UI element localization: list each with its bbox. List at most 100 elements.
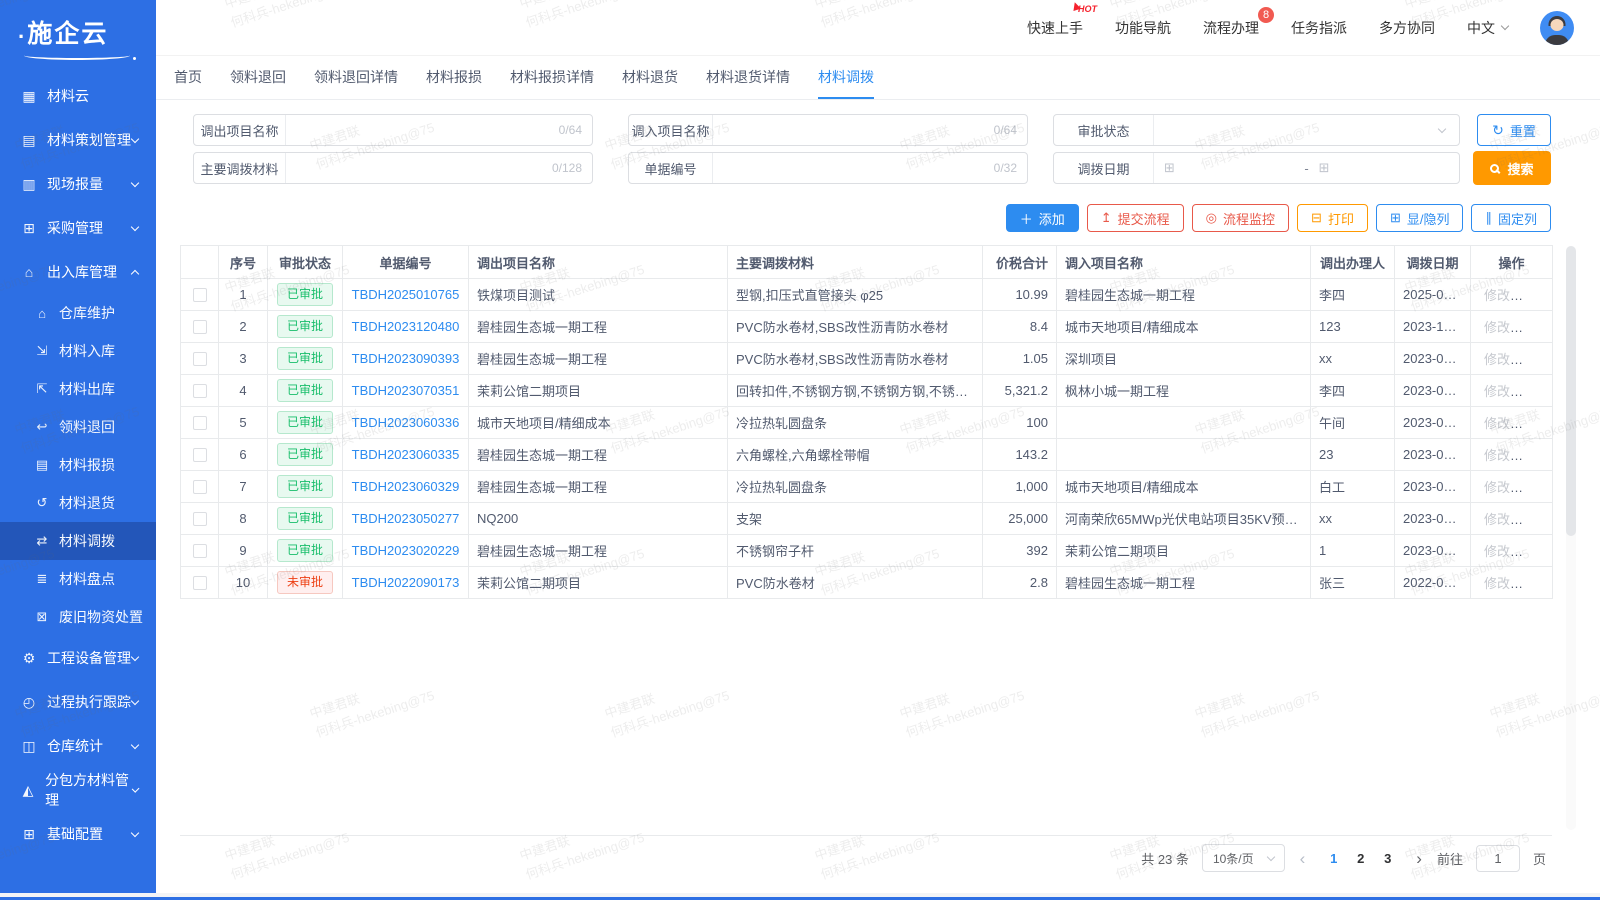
nav-quick-start[interactable]: 快速上手HOT — [1027, 18, 1083, 38]
sidebar-item-material-damage[interactable]: ▤材料报损 — [0, 446, 156, 484]
row-checkbox[interactable] — [193, 544, 207, 558]
sidebar-item-pick-return[interactable]: ↩领料退回 — [0, 408, 156, 446]
order-no-link[interactable]: TBDH2023060335 — [352, 447, 460, 462]
delete-link[interactable]: 删除 — [1520, 320, 1546, 335]
main-materials-input[interactable] — [286, 161, 552, 176]
tab-material-damage[interactable]: 材料报损 — [426, 56, 482, 99]
delete-link[interactable]: 删除 — [1520, 288, 1546, 303]
sidebar-item-procurement[interactable]: ⊞采购管理 — [0, 206, 156, 250]
tab-pick-return[interactable]: 领料退回 — [230, 56, 286, 99]
tab-home[interactable]: 首页 — [174, 56, 202, 99]
sidebar-item-label: 材料调拨 — [59, 531, 115, 551]
nav-task-assign[interactable]: 任务指派 — [1291, 18, 1347, 38]
delete-link[interactable]: 删除 — [1520, 544, 1546, 559]
order-no-link[interactable]: TBDH2025010765 — [352, 287, 460, 302]
edit-link[interactable]: 修改 — [1484, 384, 1510, 399]
submit-flow-button[interactable]: ↥提交流程 — [1087, 204, 1184, 232]
sidebar-item-warehouse-io[interactable]: ⌂出入库管理 — [0, 250, 156, 294]
order-no-link[interactable]: TBDH2023090393 — [352, 351, 460, 366]
tab-material-return-detail[interactable]: 材料退货详情 — [706, 56, 790, 99]
sidebar-item-base-config[interactable]: ⊞基础配置 — [0, 812, 156, 856]
approval-status-select[interactable] — [1154, 115, 1459, 145]
next-page-button[interactable]: › — [1414, 850, 1424, 867]
delete-link[interactable]: 删除 — [1520, 448, 1546, 463]
page-2[interactable]: 2 — [1347, 851, 1374, 866]
show-hide-columns-button[interactable]: ⊞显/隐列 — [1376, 204, 1464, 232]
page-size-select[interactable]: 10条/页 — [1202, 844, 1285, 872]
sidebar-item-scrap-disposal[interactable]: ⊠废旧物资处置 — [0, 598, 156, 636]
tab-material-damage-detail[interactable]: 材料报损详情 — [510, 56, 594, 99]
row-checkbox[interactable] — [193, 416, 207, 430]
sidebar-item-warehouse-stats[interactable]: ◫仓库统计 — [0, 724, 156, 768]
row-checkbox[interactable] — [193, 320, 207, 334]
page-1[interactable]: 1 — [1320, 851, 1347, 866]
out-project-name-input[interactable] — [286, 123, 559, 138]
goto-page-input[interactable] — [1476, 845, 1520, 872]
edit-link[interactable]: 修改 — [1484, 544, 1510, 559]
sidebar-item-subcontractor-material[interactable]: ◭分包方材料管理 — [0, 768, 156, 812]
row-checkbox[interactable] — [193, 512, 207, 526]
edit-link[interactable]: 修改 — [1484, 320, 1510, 335]
delete-link[interactable]: 删除 — [1520, 352, 1546, 367]
sidebar-item-equipment-mgmt[interactable]: ⚙工程设备管理 — [0, 636, 156, 680]
flow-monitor-button[interactable]: ◎流程监控 — [1192, 204, 1289, 232]
edit-link[interactable]: 修改 — [1484, 352, 1510, 367]
order-no-input[interactable] — [713, 161, 994, 176]
app-logo[interactable]: · 施企云 — [0, 0, 156, 66]
sidebar-item-material-in[interactable]: ⇲材料入库 — [0, 332, 156, 370]
row-checkbox[interactable] — [193, 384, 207, 398]
nav-feature-nav[interactable]: 功能导航 — [1115, 18, 1171, 38]
delete-link[interactable]: 删除 — [1520, 480, 1546, 495]
reset-button[interactable]: ↻ 重置 — [1477, 114, 1551, 146]
order-no-link[interactable]: TBDH2023050277 — [352, 511, 460, 526]
nav-multi-collab[interactable]: 多方协同 — [1379, 18, 1435, 38]
row-checkbox[interactable] — [193, 288, 207, 302]
order-no-link[interactable]: TBDH2022090173 — [352, 575, 460, 590]
sidebar-item-process-tracking[interactable]: ◴过程执行跟踪 — [0, 680, 156, 724]
print-button[interactable]: ⊟打印 — [1297, 204, 1368, 232]
row-checkbox[interactable] — [193, 480, 207, 494]
fix-columns-button[interactable]: ∥固定列 — [1471, 204, 1551, 232]
sidebar-item-material-out[interactable]: ⇱材料出库 — [0, 370, 156, 408]
edit-link[interactable]: 修改 — [1484, 512, 1510, 527]
tab-pick-return-detail[interactable]: 领料退回详情 — [314, 56, 398, 99]
edit-link[interactable]: 修改 — [1484, 576, 1510, 591]
sidebar-item-warehouse-maintain[interactable]: ⌂仓库维护 — [0, 294, 156, 332]
row-checkbox[interactable] — [193, 448, 207, 462]
delete-link[interactable]: 删除 — [1520, 512, 1546, 527]
row-checkbox[interactable] — [193, 352, 207, 366]
scrollbar-thumb[interactable] — [1566, 246, 1576, 536]
sidebar-item-material-stocktake[interactable]: ≣材料盘点 — [0, 560, 156, 598]
transfer-date-end-input[interactable]: ⊞ — [1319, 153, 1449, 183]
language-selector[interactable]: 中文 — [1467, 18, 1508, 38]
transfer-date-start-input[interactable]: ⊞ — [1164, 153, 1294, 183]
delete-link[interactable]: 删除 — [1520, 576, 1546, 591]
tab-material-transfer[interactable]: 材料调拨 — [818, 56, 874, 99]
in-project-name-input[interactable] — [713, 123, 994, 138]
nav-process-flow[interactable]: 流程办理8 — [1203, 18, 1259, 38]
edit-link[interactable]: 修改 — [1484, 480, 1510, 495]
date-cell: 2023-07-21 — [1395, 375, 1471, 407]
order-no-link[interactable]: TBDH2023020229 — [352, 543, 460, 558]
page-3[interactable]: 3 — [1374, 851, 1401, 866]
order-no-link[interactable]: TBDH2023060336 — [352, 415, 460, 430]
sidebar-item-material-planning[interactable]: ▤材料策划管理 — [0, 118, 156, 162]
edit-link[interactable]: 修改 — [1484, 448, 1510, 463]
edit-link[interactable]: 修改 — [1484, 288, 1510, 303]
sidebar-item-material-return-goods[interactable]: ↺材料退货 — [0, 484, 156, 522]
add-button[interactable]: ＋添加 — [1006, 204, 1079, 232]
order-no-link[interactable]: TBDH2023070351 — [352, 383, 460, 398]
row-checkbox[interactable] — [193, 576, 207, 590]
edit-link[interactable]: 修改 — [1484, 416, 1510, 431]
tab-material-return[interactable]: 材料退货 — [622, 56, 678, 99]
order-no-link[interactable]: TBDH2023120480 — [352, 319, 460, 334]
sidebar-item-material-cloud[interactable]: ▦材料云 — [0, 74, 156, 118]
sidebar-item-material-transfer[interactable]: ⇄材料调拨 — [0, 522, 156, 560]
user-avatar[interactable] — [1540, 11, 1574, 45]
prev-page-button[interactable]: ‹ — [1298, 850, 1308, 867]
delete-link[interactable]: 删除 — [1520, 416, 1546, 431]
sidebar-item-site-report[interactable]: ▥现场报量 — [0, 162, 156, 206]
delete-link[interactable]: 删除 — [1520, 384, 1546, 399]
search-button[interactable]: 搜索 — [1473, 151, 1551, 185]
order-no-link[interactable]: TBDH2023060329 — [352, 479, 460, 494]
